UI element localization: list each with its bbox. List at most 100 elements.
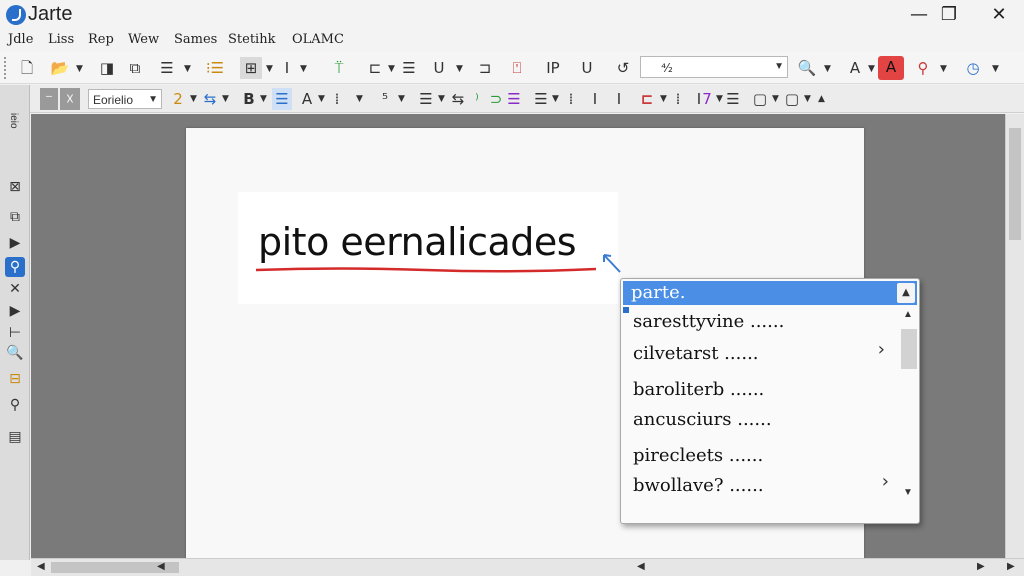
chevron-up-icon[interactable]: ▲ — [903, 309, 913, 320]
align-right-icon[interactable]: ⁞ — [562, 88, 580, 110]
arrow-right-icon[interactable]: ▶ — [5, 301, 25, 321]
chevron-down-icon[interactable]: ▼ — [318, 94, 325, 104]
chevron-down-icon[interactable]: ▼ — [940, 64, 947, 74]
text-cursor-icon[interactable]: ⊏ — [640, 88, 654, 110]
undo-icon[interactable]: ↺ — [612, 57, 634, 79]
paragraph-icon[interactable]: ☰ — [398, 57, 420, 79]
suggestion-selected[interactable]: parte. ▲ — [623, 281, 917, 305]
ip-icon[interactable]: IP — [542, 57, 564, 79]
suggestion-item[interactable]: cilvetarst ...... — [633, 343, 759, 364]
horizontal-scrollbar[interactable]: ◀ ◀ ◀ ▶ ▶ — [31, 558, 1024, 576]
indent-icon[interactable]: ⇆ — [450, 88, 466, 110]
cursor-icon[interactable]: I — [278, 57, 296, 79]
chevron-down-icon[interactable]: ▼ — [868, 64, 875, 74]
suggestion-item[interactable]: saresttyvine ...... — [633, 311, 784, 332]
play-icon[interactable]: ▶ — [5, 233, 25, 253]
menu-item-6[interactable]: Stetihk — [228, 32, 275, 47]
chevron-down-icon[interactable]: ▼ — [903, 487, 913, 498]
style-combo[interactable]: Eorielio ▼ — [88, 89, 162, 109]
copy-icon[interactable]: ⧉ — [5, 207, 25, 227]
highlight-icon[interactable]: ⍡ — [328, 57, 350, 79]
chevron-down-icon[interactable]: ▼ — [774, 57, 784, 77]
chevron-down-icon[interactable]: ▼ — [456, 64, 463, 74]
vertical-scrollbar[interactable] — [1005, 114, 1024, 560]
page-icon[interactable]: ▤ — [5, 427, 25, 447]
chevron-down-icon[interactable]: ▼ — [76, 64, 83, 74]
chevron-down-icon[interactable]: ▼ — [716, 94, 723, 104]
ruler-icon[interactable]: ⊟ — [5, 369, 25, 389]
align-center-icon[interactable]: ☰ — [272, 88, 292, 110]
chevron-up-icon[interactable]: ▲ — [818, 94, 825, 104]
suggestions-scrollbar[interactable]: ▲ ▼ — [899, 309, 919, 505]
chevron-down-icon[interactable]: ▼ — [660, 94, 667, 104]
menu-item-1[interactable]: Jdle — [8, 32, 33, 47]
toolbar-grip[interactable] — [4, 57, 8, 79]
chevron-down-icon[interactable]: ▼ — [190, 94, 197, 104]
text-a-icon[interactable]: A — [298, 88, 316, 110]
number-icon[interactable]: 2 — [170, 88, 186, 110]
zoom-icon[interactable]: 🔍 — [5, 343, 25, 363]
vertical-scroll-thumb[interactable] — [1009, 128, 1021, 240]
suggestion-item[interactable]: baroliterb ...... — [633, 379, 764, 400]
box-icon[interactable]: ⁞ — [670, 88, 686, 110]
chevron-right-icon[interactable]: › — [878, 339, 885, 360]
chevron-down-icon[interactable]: ▼ — [772, 94, 779, 104]
columns-icon[interactable]: ⧉ — [124, 57, 146, 79]
chevron-down-icon[interactable]: ▼ — [148, 90, 158, 110]
suggestion-item[interactable]: pirecleets ...... — [633, 445, 763, 466]
font-size-combo[interactable]: ⁴⁄₂ ▼ — [640, 56, 788, 78]
chevron-down-icon[interactable]: ▼ — [552, 94, 559, 104]
menu-item-5[interactable]: Sames — [174, 32, 217, 47]
lens-icon[interactable]: ⚲ — [5, 395, 25, 415]
chevron-right-icon[interactable]: › — [882, 471, 889, 492]
new-document-icon[interactable]: 🗋 — [16, 57, 38, 79]
misspelled-word[interactable]: pito eernalicades — [258, 220, 577, 264]
chevron-down-icon[interactable]: ▼ — [438, 94, 445, 104]
clock-icon[interactable]: ◷ — [962, 57, 984, 79]
bold-icon[interactable]: B — [240, 88, 258, 110]
pin-icon[interactable]: ⚲ — [912, 57, 934, 79]
scroll-left-icon[interactable]: ◀ — [637, 561, 645, 572]
menu-item-3[interactable]: Rep — [88, 32, 114, 47]
menu-item-4[interactable]: Wew — [128, 32, 159, 47]
align-left-icon[interactable]: ☰ — [532, 88, 550, 110]
chevron-down-icon[interactable]: ▼ — [992, 64, 999, 74]
chevron-down-icon[interactable]: ▼ — [222, 94, 229, 104]
suggestion-item[interactable]: bwollave? ...... — [633, 475, 764, 496]
chevron-down-icon[interactable]: ▼ — [260, 94, 267, 104]
highlight-pen-icon[interactable]: ☰ — [504, 88, 524, 110]
scroll-right-icon[interactable]: ▶ — [977, 561, 985, 572]
chevron-down-icon[interactable]: ▼ — [266, 64, 273, 74]
superscript-icon[interactable]: ⁵ — [376, 88, 394, 110]
font-color-icon[interactable]: A — [878, 56, 904, 80]
chevron-down-icon[interactable]: ▼ — [184, 64, 191, 74]
cursor-icon[interactable]: I — [612, 88, 626, 110]
marker-icon[interactable]: ⊢ — [5, 323, 25, 343]
bracket-icon[interactable]: ⊐ — [474, 57, 496, 79]
bullets-icon[interactable]: ☰ — [416, 88, 436, 110]
search-icon[interactable]: 🔍 — [796, 57, 818, 79]
chevron-up-icon[interactable]: ▲ — [897, 283, 915, 303]
align-icon[interactable]: ☰ — [156, 57, 178, 79]
minus-icon[interactable]: ⁻ — [40, 88, 58, 110]
cut-icon[interactable]: ✕ — [5, 279, 25, 299]
chevron-down-icon[interactable]: ▼ — [398, 94, 405, 104]
menu-item-7[interactable]: OLAMC — [292, 32, 344, 47]
chevron-down-icon[interactable]: ▼ — [824, 64, 831, 74]
table-icon[interactable]: ⊞ — [240, 57, 262, 79]
suggestion-item[interactable]: ancusciurs ...... — [633, 409, 772, 430]
chevron-down-icon[interactable]: ▼ — [388, 64, 395, 74]
scroll-left-icon[interactable]: ◀ — [157, 561, 165, 572]
close-button[interactable]: ✕ — [984, 2, 1014, 28]
chevron-down-icon[interactable]: ▼ — [804, 94, 811, 104]
frame-icon[interactable]: ⊏ — [364, 57, 386, 79]
seven-icon[interactable]: ☰ — [726, 88, 740, 110]
swap-icon[interactable]: ⇆ — [200, 88, 220, 110]
maximize-button[interactable]: ❐ — [934, 2, 964, 28]
clear-format-icon[interactable]: ☓ — [60, 88, 80, 110]
suggestions-scroll-thumb[interactable] — [901, 329, 917, 369]
list-icon[interactable]: ⁝☰ — [204, 57, 226, 79]
font-icon[interactable]: A — [844, 57, 866, 79]
purple-cursor-icon[interactable]: 7 — [700, 88, 714, 110]
paren-icon[interactable]: ⁾ — [470, 88, 484, 110]
